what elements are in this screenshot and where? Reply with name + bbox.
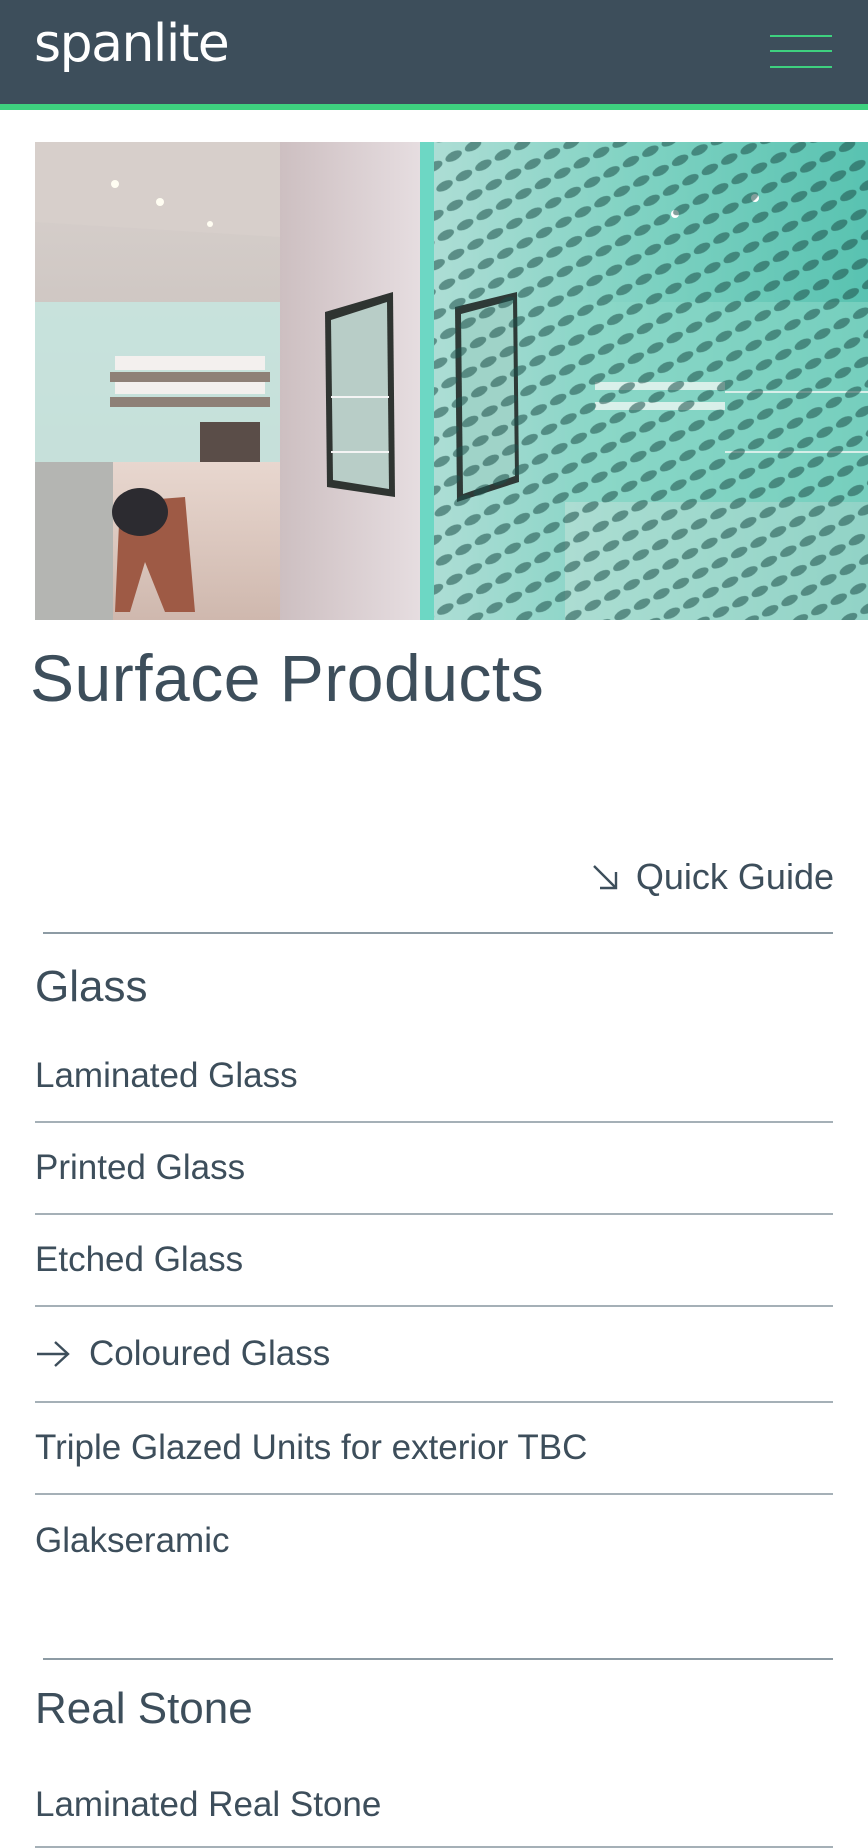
list-item-printed-glass[interactable]: Printed Glass — [35, 1123, 833, 1215]
menu-line — [770, 66, 832, 68]
list-item-coloured-glass[interactable]: Coloured Glass — [35, 1307, 833, 1403]
list-item-label: Coloured Glass — [89, 1334, 331, 1373]
arrow-down-right-icon — [593, 865, 618, 890]
list-item-triple-glazed-units[interactable]: Triple Glazed Units for exterior TBC — [35, 1403, 833, 1495]
section-divider — [43, 1658, 833, 1660]
list-item-label: Laminated Glass — [35, 1056, 298, 1095]
site-logo[interactable]: spanlite — [34, 15, 230, 73]
section-heading-real-stone: Real Stone — [35, 1684, 253, 1733]
list-item-label: Glakseramic — [35, 1521, 230, 1560]
quick-guide-link[interactable]: Quick Guide — [590, 856, 834, 898]
hamburger-menu-icon[interactable] — [770, 32, 832, 72]
glass-product-list: Laminated Glass Printed Glass Etched Gla… — [35, 1031, 833, 1587]
menu-line — [770, 50, 832, 52]
header-accent-bar — [0, 104, 868, 110]
list-item-laminated-glass[interactable]: Laminated Glass — [35, 1031, 833, 1123]
list-item-laminated-real-stone[interactable]: Laminated Real Stone — [35, 1764, 833, 1848]
list-item-etched-glass[interactable]: Etched Glass — [35, 1215, 833, 1307]
section-heading-glass: Glass — [35, 962, 148, 1011]
arrow-right-icon — [37, 1341, 70, 1367]
menu-line — [770, 35, 832, 37]
list-item-label: Triple Glazed Units for exterior TBC — [35, 1428, 588, 1467]
quick-guide-label: Quick Guide — [635, 856, 834, 897]
hero-image — [35, 142, 868, 620]
list-item-glakseramic[interactable]: Glakseramic — [35, 1495, 833, 1587]
page-title: Surface Products — [30, 641, 545, 715]
list-item-label: Printed Glass — [35, 1148, 246, 1187]
section-divider — [43, 932, 833, 934]
list-item-label: Laminated Real Stone — [35, 1785, 382, 1824]
list-item-label: Etched Glass — [35, 1240, 244, 1279]
site-header: spanlite — [0, 0, 868, 104]
real-stone-product-list: Laminated Real Stone — [35, 1764, 833, 1848]
